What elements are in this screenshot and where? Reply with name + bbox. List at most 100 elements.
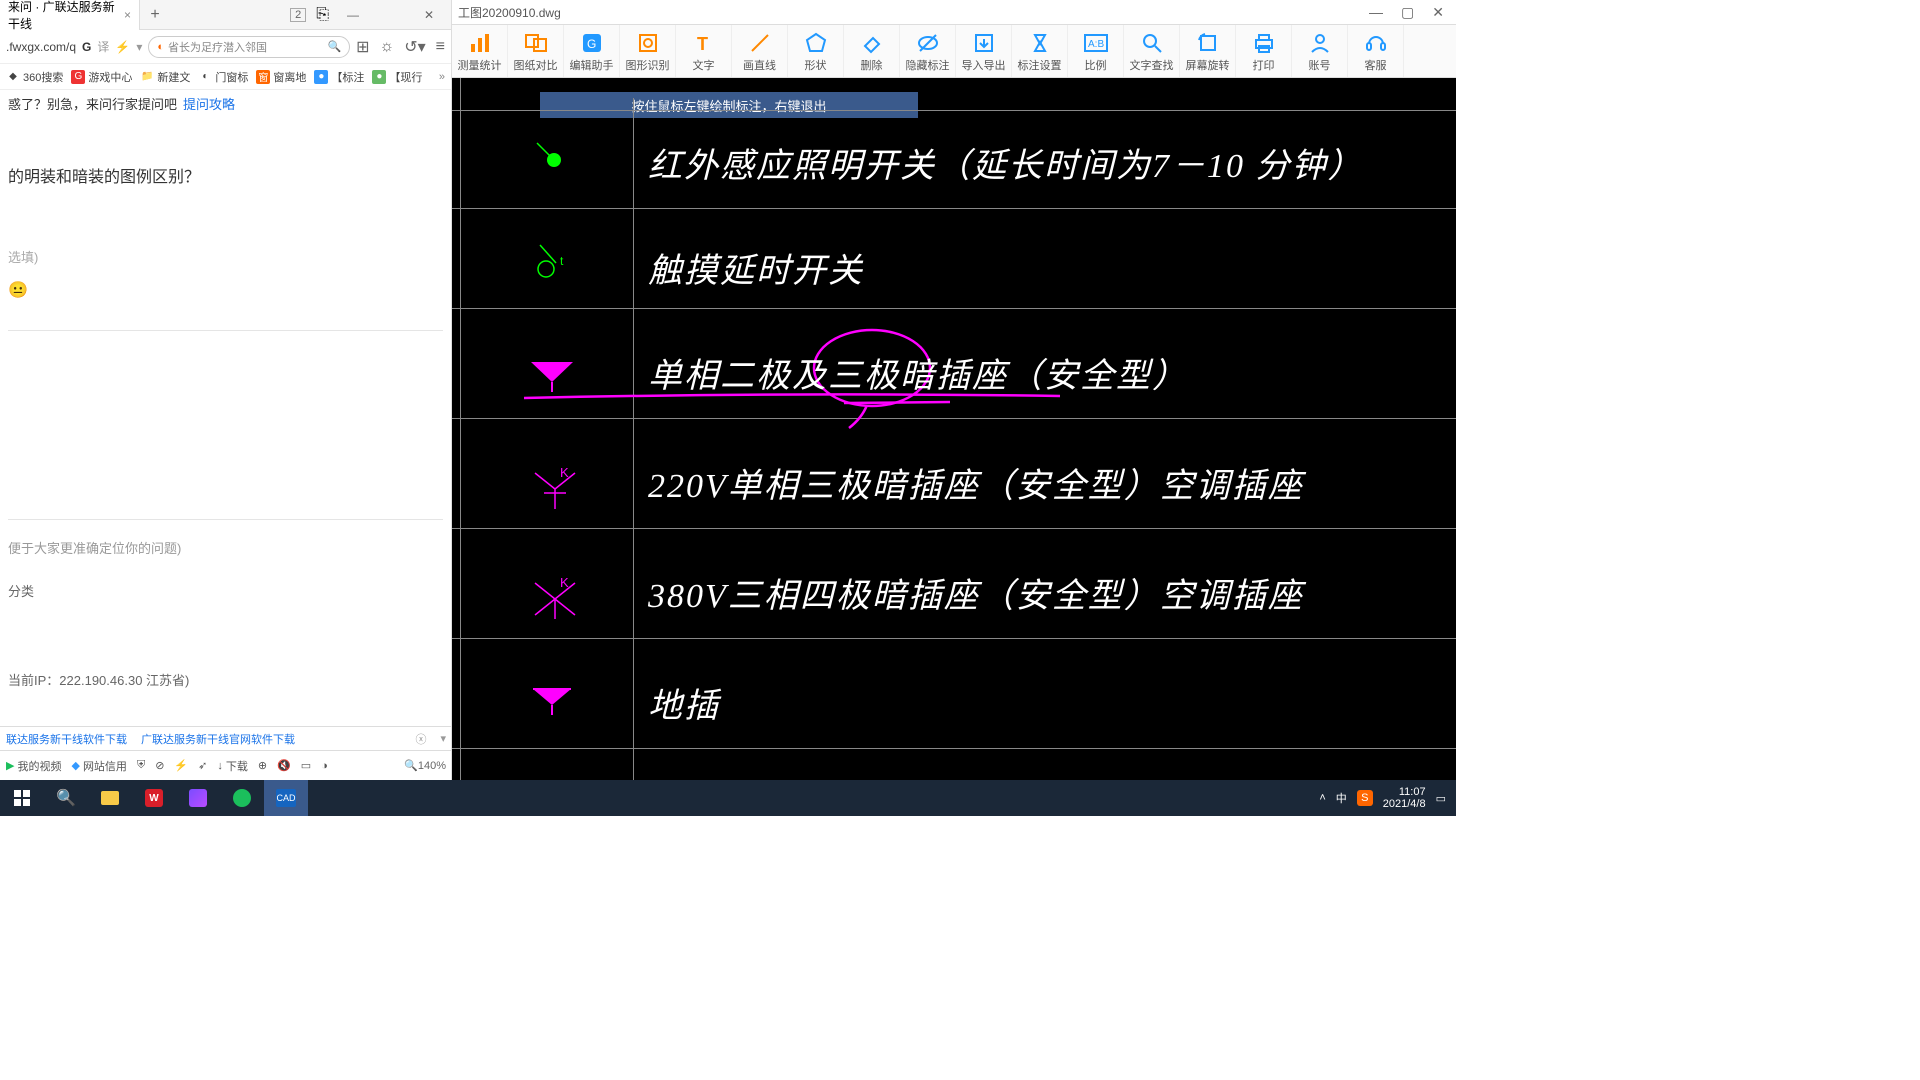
translate-icon[interactable]: 译 bbox=[97, 38, 109, 55]
cad-close-button[interactable]: ✕ bbox=[1432, 4, 1444, 21]
zoom-level[interactable]: 🔍140% bbox=[404, 759, 446, 772]
status-globe-icon[interactable]: ⊕ bbox=[258, 759, 267, 772]
status-rocket-icon[interactable]: ➶ bbox=[198, 759, 207, 772]
tool-io[interactable]: 导入导出 bbox=[956, 25, 1012, 77]
bookmark-item[interactable]: 窗窗离地 bbox=[256, 69, 306, 85]
tab-title: 来问 · 广联达服务新干线 bbox=[8, 0, 118, 32]
svg-text:t: t bbox=[560, 254, 564, 268]
annotation-underline bbox=[842, 398, 952, 408]
tool-shape[interactable]: 形状 bbox=[788, 25, 844, 77]
status-video[interactable]: ▶我的视频 bbox=[6, 758, 61, 774]
tool-edit[interactable]: G编辑助手 bbox=[564, 25, 620, 77]
description-input[interactable]: 选填) bbox=[8, 247, 443, 266]
tray-notifications-icon[interactable]: ▭ bbox=[1436, 792, 1446, 805]
cad-minimize-button[interactable]: — bbox=[1369, 4, 1383, 21]
grid-line bbox=[460, 78, 461, 780]
grid-line bbox=[452, 638, 1456, 639]
text-icon: T bbox=[692, 31, 716, 55]
tray-clock[interactable]: 11:07 2021/4/8 bbox=[1383, 786, 1426, 810]
prompt-link[interactable]: 提问攻略 bbox=[183, 94, 235, 113]
extensions-icon[interactable]: ⊞ bbox=[356, 37, 369, 57]
bookmark-item[interactable]: 📁新建文 bbox=[140, 69, 190, 85]
tool-rotate[interactable]: 屏幕旋转 bbox=[1180, 25, 1236, 77]
tool-chart[interactable]: 测量统计 bbox=[452, 25, 508, 77]
bookmark-bar: ◆360搜索 G游戏中心 📁新建文 ◐门窗标 窗窗离地 ●【标注 ●【现行 » bbox=[0, 64, 451, 90]
status-phone-icon[interactable]: ▭ bbox=[301, 759, 311, 772]
search-box[interactable]: ◐ 省长为足疗潜入邻国 🔍 bbox=[148, 36, 350, 58]
hide-icon bbox=[916, 31, 940, 55]
symbol-floor-socket bbox=[527, 683, 577, 717]
tool-settings[interactable]: 标注设置 bbox=[1012, 25, 1068, 77]
tool-ratio[interactable]: A:B比例 bbox=[1068, 25, 1124, 77]
flash-icon[interactable]: ⚡ bbox=[115, 40, 130, 54]
new-tab-button[interactable]: + bbox=[140, 6, 170, 24]
status-shield-icon[interactable]: ⛨ bbox=[137, 759, 145, 772]
status-block-icon[interactable]: ⊘ bbox=[155, 759, 164, 772]
status-flash-icon[interactable]: ⚡ bbox=[174, 759, 188, 772]
bookmark-item[interactable]: ●【标注 bbox=[314, 69, 364, 85]
download-dropdown-icon[interactable]: ▾ bbox=[440, 732, 446, 745]
tool-user[interactable]: 账号 bbox=[1292, 25, 1348, 77]
svg-text:G: G bbox=[587, 37, 596, 51]
tray-sogou-icon[interactable]: S bbox=[1357, 790, 1373, 806]
bookmark-item[interactable]: ◐门窗标 bbox=[198, 69, 248, 85]
svg-text:T: T bbox=[697, 34, 708, 54]
dropdown-icon[interactable]: ▾ bbox=[136, 40, 142, 54]
shape-icon bbox=[804, 31, 828, 55]
taskbar-cad[interactable]: CAD bbox=[264, 780, 308, 816]
status-gamepad-icon[interactable]: ◑ bbox=[321, 760, 328, 772]
browser-status-bar: ▶我的视频 ◆网站信用 ⛨ ⊘ ⚡ ➶ ↓下载 ⊕ 🔇 ▭ ◑ 🔍140% bbox=[0, 750, 452, 780]
status-credit[interactable]: ◆网站信用 bbox=[71, 758, 126, 774]
helper-text: 便于大家更准确定位你的问题) bbox=[8, 538, 443, 557]
tab-counter[interactable]: 2 bbox=[290, 8, 306, 22]
cad-maximize-button[interactable]: ▢ bbox=[1401, 4, 1414, 21]
bookmark-item[interactable]: ◆360搜索 bbox=[6, 69, 63, 85]
menu-icon[interactable]: ≡ bbox=[436, 38, 445, 56]
search-button[interactable]: 🔍 bbox=[44, 780, 88, 816]
emoji-button[interactable]: 😐 bbox=[8, 280, 443, 300]
search-icon[interactable]: 🔍 bbox=[327, 40, 341, 53]
grid-line bbox=[452, 308, 1456, 309]
svg-text:K: K bbox=[560, 465, 569, 480]
taskbar-app-purple[interactable] bbox=[176, 780, 220, 816]
cad-filename: 工图20200910.dwg bbox=[458, 4, 561, 21]
cad-canvas[interactable]: 按住鼠标左键绘制标注，右键退出 t K bbox=[452, 78, 1456, 780]
theme-icon[interactable]: ☼ bbox=[380, 38, 395, 56]
download-item[interactable]: 联达服务新干线软件下载 bbox=[6, 731, 127, 747]
tool-compare[interactable]: 图纸对比 bbox=[508, 25, 564, 77]
symbol-ir-switch bbox=[532, 138, 572, 178]
reader-mode-icon[interactable]: ⎘ bbox=[316, 6, 329, 24]
download-item[interactable]: 广联达服务新干线官网软件下载 bbox=[141, 731, 295, 747]
symbol-socket bbox=[527, 348, 577, 392]
status-mute-icon[interactable]: 🔇 bbox=[277, 759, 291, 772]
taskbar-browser[interactable] bbox=[220, 780, 264, 816]
tray-ime[interactable]: 中 bbox=[1336, 790, 1347, 806]
bookmark-overflow-icon[interactable]: » bbox=[439, 71, 445, 83]
start-button[interactable] bbox=[0, 780, 44, 816]
user-icon bbox=[1308, 31, 1332, 55]
tool-line[interactable]: 画直线 bbox=[732, 25, 788, 77]
tool-erase[interactable]: 删除 bbox=[844, 25, 900, 77]
tab-close-icon[interactable]: × bbox=[124, 8, 131, 22]
tool-print[interactable]: 打印 bbox=[1236, 25, 1292, 77]
taskbar-explorer[interactable] bbox=[88, 780, 132, 816]
tool-support[interactable]: 客服 bbox=[1348, 25, 1404, 77]
tool-find[interactable]: 文字查找 bbox=[1124, 25, 1180, 77]
download-close-icon[interactable]: ⓧ bbox=[415, 731, 426, 747]
tool-recognize[interactable]: 图形识别 bbox=[620, 25, 676, 77]
minimize-button[interactable]: — bbox=[339, 5, 367, 25]
status-download[interactable]: ↓下载 bbox=[217, 758, 248, 774]
maximize-button[interactable] bbox=[377, 5, 405, 25]
tray-chevron-icon[interactable]: ˄ bbox=[1319, 792, 1325, 804]
browser-panel: 来问 · 广联达服务新干线 × + 2 ⎘ — ✕ .fwxgx.com/q G… bbox=[0, 0, 452, 780]
taskbar-wps[interactable]: W bbox=[132, 780, 176, 816]
tool-hide[interactable]: 隐藏标注 bbox=[900, 25, 956, 77]
browser-tab[interactable]: 来问 · 广联达服务新干线 × bbox=[0, 0, 140, 30]
bookmark-item[interactable]: ●【现行 bbox=[372, 69, 422, 85]
bookmark-item[interactable]: G游戏中心 bbox=[71, 69, 132, 85]
io-icon bbox=[972, 31, 996, 55]
close-button[interactable]: ✕ bbox=[415, 5, 443, 25]
url-text[interactable]: .fwxgx.com/q bbox=[6, 40, 76, 54]
history-icon[interactable]: ↺▾ bbox=[404, 37, 425, 57]
tool-text[interactable]: T文字 bbox=[676, 25, 732, 77]
